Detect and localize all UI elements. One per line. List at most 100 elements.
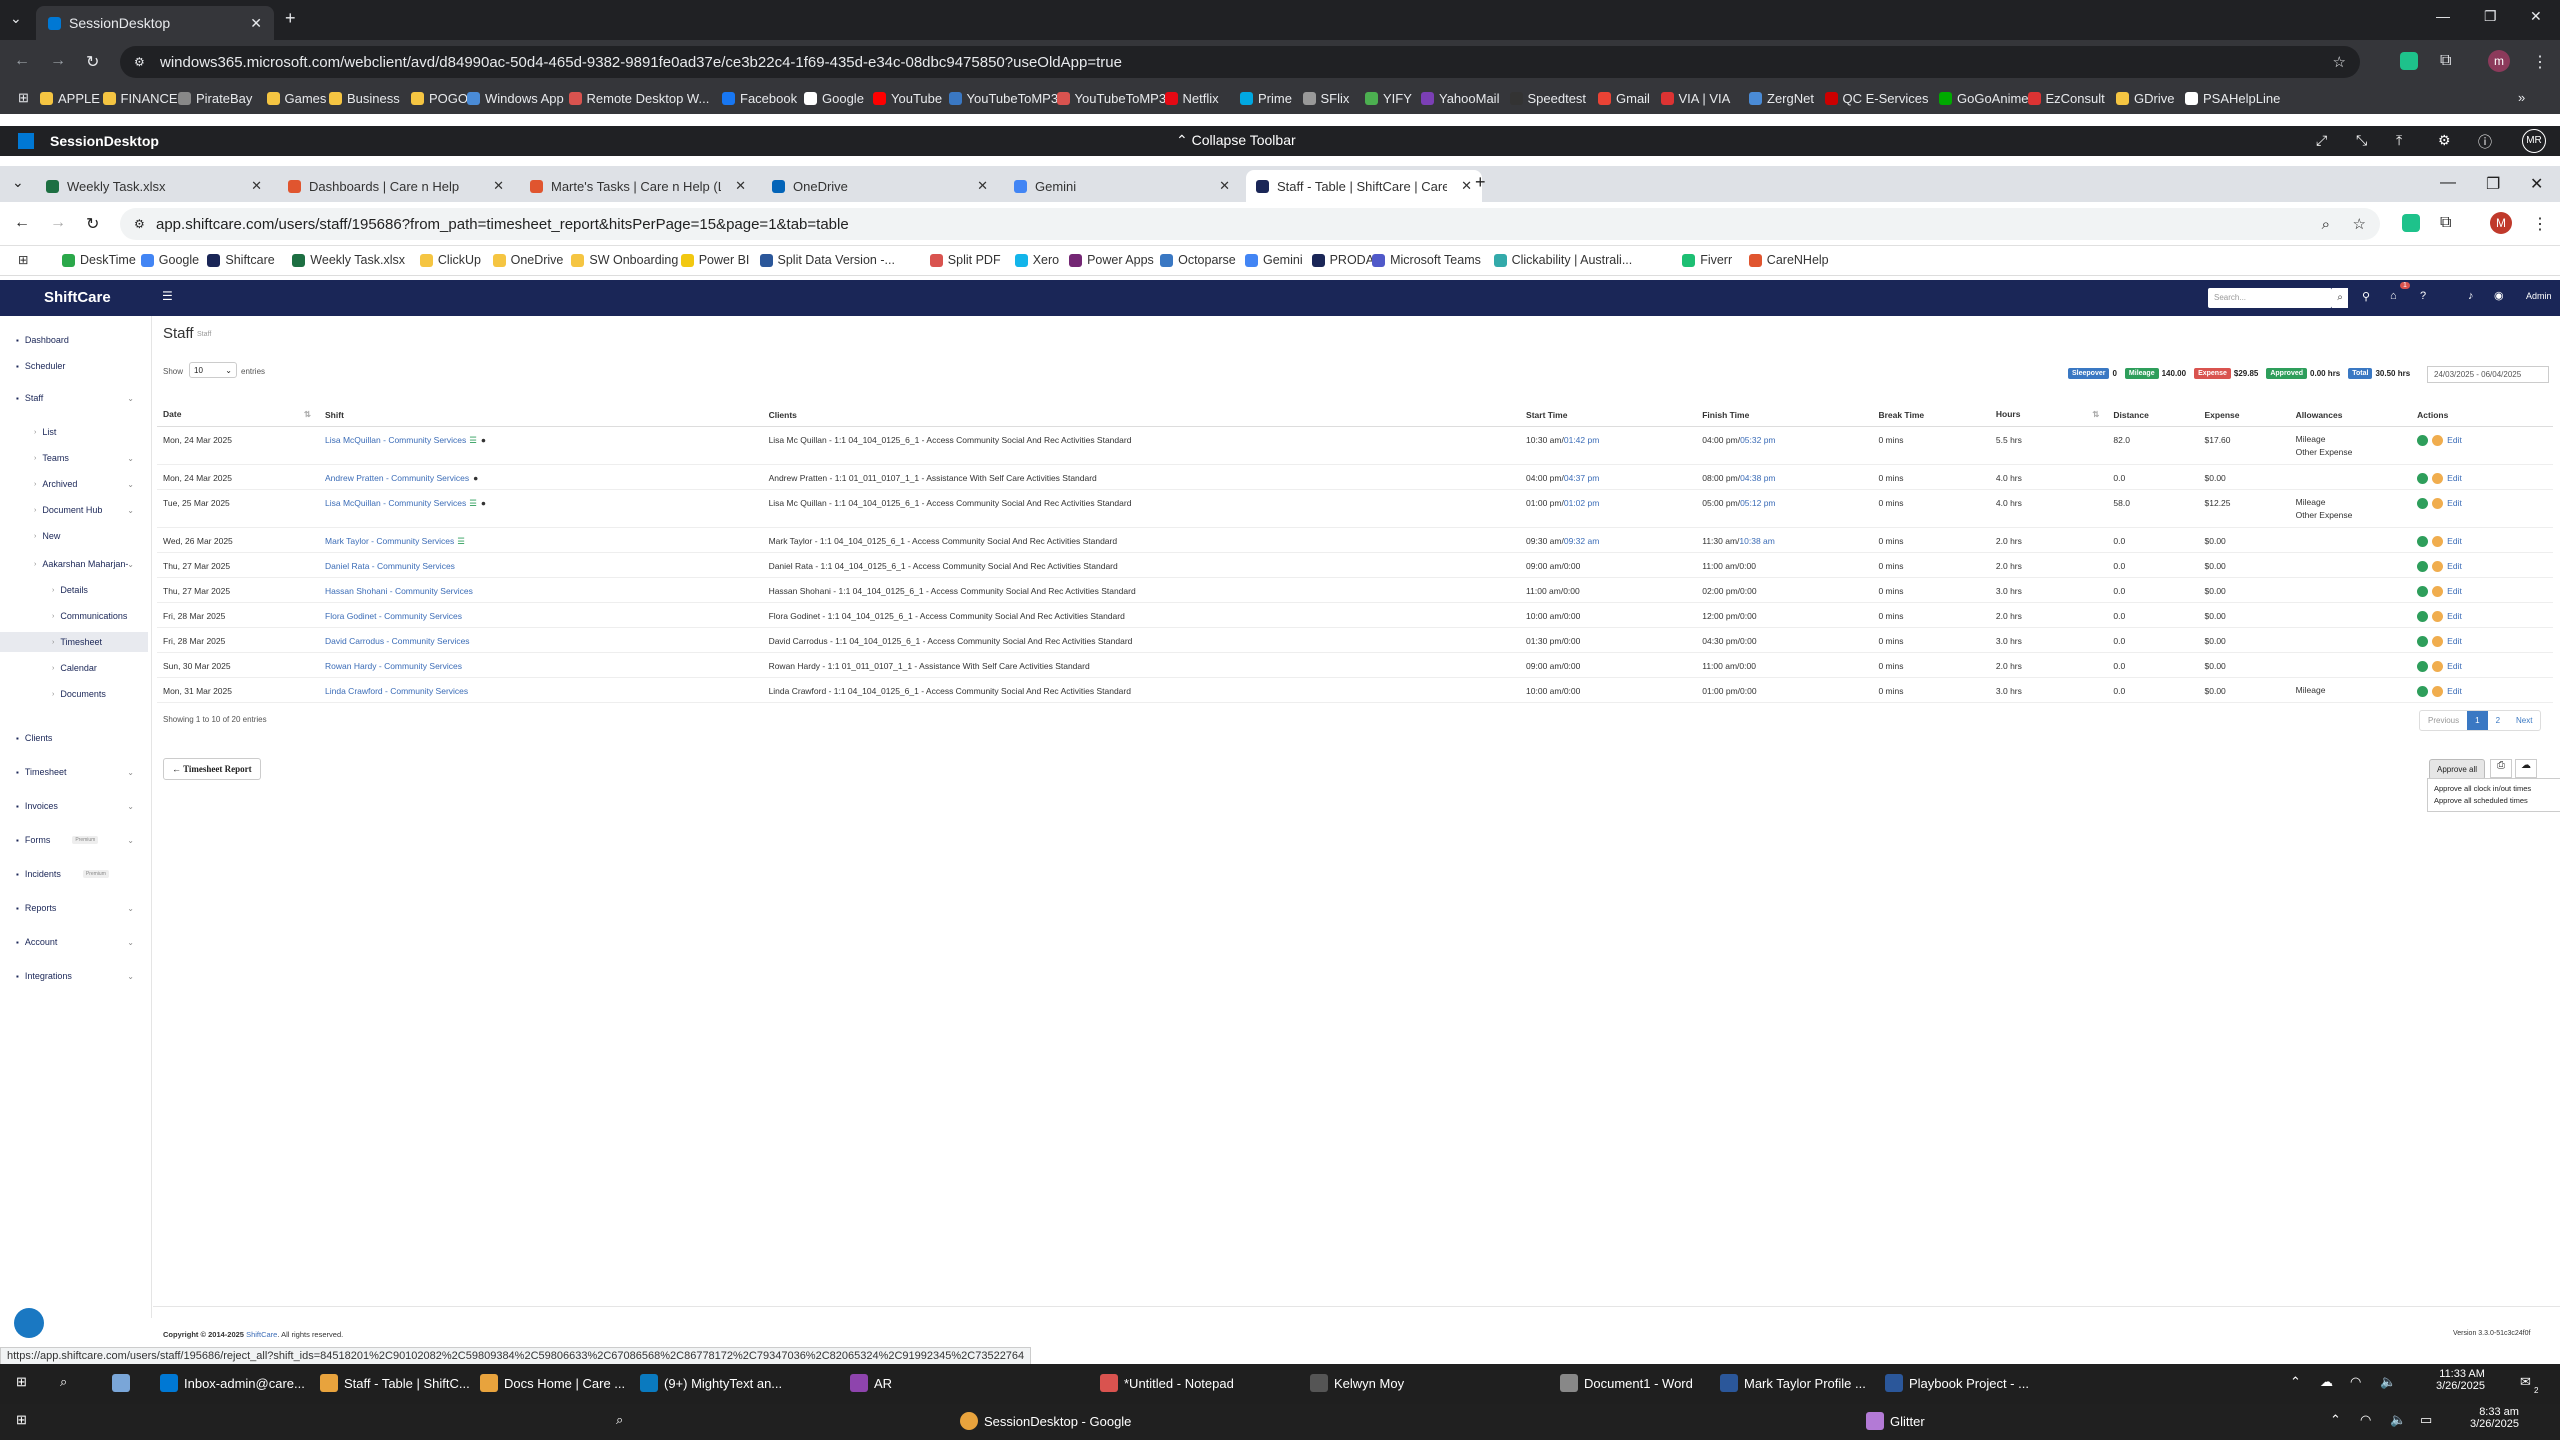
taskbar-app[interactable]: Inbox-admin@care... <box>160 1374 305 1392</box>
edit-link[interactable]: Edit <box>2447 498 2462 508</box>
bookmark-star-icon[interactable]: ☆ <box>2333 53 2346 71</box>
shift-link[interactable]: Linda Crawford - Community Services <box>325 686 468 696</box>
column-header[interactable]: Expense <box>2198 404 2290 427</box>
outer-bookmark[interactable]: Facebook <box>722 91 797 106</box>
approve-icon[interactable] <box>2417 535 2429 547</box>
approve-all-button[interactable]: Approve all <box>2429 759 2486 780</box>
notification-icon[interactable]: ✉ <box>2520 1374 2531 1390</box>
outer-bookmark[interactable]: Business <box>329 91 400 106</box>
outer-bookmark[interactable]: Games <box>266 91 326 106</box>
outer-bookmark[interactable]: YIFY <box>1365 91 1412 106</box>
forward-icon[interactable]: → <box>50 52 66 70</box>
actual-start-time[interactable]: 09:32 am <box>1564 536 1599 546</box>
taskbar-app[interactable]: Kelwyn Moy <box>1310 1374 1404 1392</box>
actual-finish-time[interactable]: 04:38 pm <box>1740 473 1775 483</box>
outer-url-field[interactable]: ⚙ windows365.microsoft.com/webclient/avd… <box>120 46 2360 78</box>
extension-icon[interactable] <box>2402 214 2420 232</box>
apps-grid-icon[interactable]: ⊞ <box>18 90 29 106</box>
extensions-puzzle-icon[interactable]: ⧉ <box>2440 52 2451 70</box>
info-icon[interactable]: ⓘ <box>2478 132 2492 152</box>
sidebar-item[interactable]: › Teams ⌄ <box>0 448 148 468</box>
reject-icon[interactable] <box>2432 560 2444 572</box>
fullscreen-icon[interactable]: ⤡ <box>2356 132 2367 149</box>
taskbar-app[interactable]: Playbook Project - ... <box>1885 1374 2029 1392</box>
reject-icon[interactable] <box>2432 472 2444 484</box>
column-header[interactable]: Allowances <box>2289 404 2412 427</box>
taskbar-app[interactable]: Mark Taylor Profile ... <box>1720 1374 1866 1392</box>
chrome-icon[interactable]: SessionDesktop - Google <box>960 1412 1131 1430</box>
restore-icon[interactable]: ❐ <box>2484 8 2497 25</box>
outer-bookmark[interactable]: FINANCE <box>102 91 178 106</box>
column-header[interactable]: Shift <box>319 404 763 427</box>
onedrive-icon[interactable]: ☁ <box>2320 1374 2333 1390</box>
sidebar-item[interactable]: ▪ Staff ⌄ <box>0 388 148 408</box>
chat-widget-icon[interactable] <box>14 1308 44 1338</box>
sidebar-item[interactable]: › List <box>0 422 148 442</box>
date-range-picker[interactable]: 24/03/2025 - 06/04/2025 <box>2427 366 2549 383</box>
start-icon[interactable]: ⊞ <box>16 1374 27 1390</box>
wifi-icon[interactable]: ◠ <box>2350 1374 2361 1390</box>
outer-bookmark[interactable]: YahooMail <box>1421 91 1499 106</box>
column-header[interactable]: Distance <box>2107 404 2199 427</box>
inner-tab[interactable]: Weekly Task.xlsx ✕ <box>36 170 272 202</box>
inner-bookmark[interactable]: Gemini <box>1245 253 1303 267</box>
inner-url-field[interactable]: ⚙ app.shiftcare.com/users/staff/195686?f… <box>120 208 2380 240</box>
outer-bookmark[interactable]: Prime <box>1240 91 1292 106</box>
tray-up-icon[interactable]: ⌃ <box>2290 1374 2301 1390</box>
edit-link[interactable]: Edit <box>2447 611 2462 621</box>
outer-bookmark[interactable]: PirateBay <box>178 91 252 106</box>
outer-bookmark[interactable]: Netflix <box>1164 91 1219 106</box>
actual-finish-time[interactable]: 05:12 pm <box>1740 498 1775 508</box>
edit-link[interactable]: Edit <box>2447 473 2462 483</box>
reject-icon[interactable] <box>2432 610 2444 622</box>
site-info-icon[interactable]: ⚙ <box>134 55 145 69</box>
sidebar-item[interactable]: › Aakarshan Maharjan- ⌄ <box>0 554 148 574</box>
glitter-app[interactable]: Glitter <box>1866 1412 1925 1430</box>
sidebar-item[interactable]: ▪ Incidents Premium <box>0 864 148 884</box>
outer-bookmark[interactable]: PSAHelpLine <box>2185 91 2280 106</box>
column-header[interactable]: Finish Time <box>1696 404 1873 427</box>
new-tab-icon[interactable]: + <box>285 8 296 29</box>
new-tab-icon[interactable]: + <box>1475 172 1486 193</box>
extensions-puzzle-icon[interactable]: ⧉ <box>2440 214 2451 232</box>
pagination-page-2[interactable]: 2 <box>2488 711 2508 730</box>
inner-bookmark[interactable]: Microsoft Teams <box>1372 253 1481 267</box>
sidebar-item[interactable]: › Archived ⌄ <box>0 474 148 494</box>
outer-bookmark[interactable]: POGO <box>411 91 468 106</box>
bell-icon[interactable]: ♪ <box>2468 290 2474 302</box>
close-icon[interactable]: ✕ <box>250 15 262 32</box>
outer-bookmark[interactable]: Remote Desktop W... <box>568 91 709 106</box>
outer-bookmark[interactable]: Windows App <box>467 91 564 106</box>
forward-icon[interactable]: → <box>50 214 66 232</box>
taskbar-app[interactable]: Staff - Table | ShiftC... <box>320 1374 470 1392</box>
shift-link[interactable]: Rowan Hardy - Community Services <box>325 661 462 671</box>
tab-search-icon[interactable]: ⌄ <box>10 10 22 27</box>
restore-icon[interactable]: ❐ <box>2486 174 2500 194</box>
back-icon[interactable]: ← <box>14 214 30 232</box>
sort-icon[interactable]: ⇅ <box>304 409 311 420</box>
tray-up-icon[interactable]: ⌃ <box>2330 1412 2341 1428</box>
outer-bookmark[interactable]: YouTubeToMP3 <box>1056 91 1166 106</box>
reject-icon[interactable] <box>2432 635 2444 647</box>
inner-menu-icon[interactable]: ⋮ <box>2532 214 2548 234</box>
sidebar-item[interactable]: › Details <box>0 580 148 600</box>
outer-bookmark[interactable]: VIA | VIA <box>1660 91 1730 106</box>
sidebar-item[interactable]: ▪ Clients <box>0 728 148 748</box>
outer-bookmark[interactable]: EzConsult <box>2027 91 2105 106</box>
sidebar-item[interactable]: ▪ Integrations ⌄ <box>0 966 148 986</box>
approve-icon[interactable] <box>2417 472 2429 484</box>
approve-icon[interactable] <box>2417 560 2429 572</box>
approve-icon[interactable] <box>2417 434 2429 446</box>
reject-icon[interactable] <box>2432 497 2444 509</box>
close-icon[interactable]: ✕ <box>1219 178 1230 194</box>
edit-link[interactable]: Edit <box>2447 636 2462 646</box>
column-header[interactable]: Date ⇅ <box>157 404 320 427</box>
column-header[interactable]: Clients <box>762 404 1521 427</box>
entries-select[interactable]: 10 ⌄ <box>189 362 237 378</box>
sidebar-item[interactable]: ▪ Timesheet ⌄ <box>0 762 148 782</box>
window-close-icon[interactable]: ✕ <box>2530 8 2542 25</box>
approve-icon[interactable] <box>2417 497 2429 509</box>
sidebar-item[interactable]: ▪ Account ⌄ <box>0 932 148 952</box>
zoom-icon[interactable]: ⌕ <box>2322 216 2330 233</box>
inner-bookmark[interactable]: OneDrive <box>492 253 563 267</box>
